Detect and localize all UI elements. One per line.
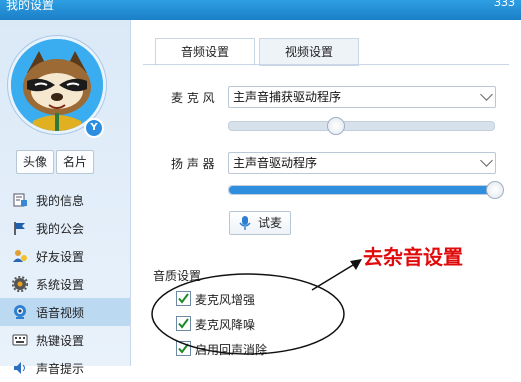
mic-noise-reduction-label: 麦克风降噪 <box>195 318 256 332</box>
microphone-select[interactable]: 主声音捕获驱动程序 <box>228 86 496 108</box>
microphone-label: 麦 克 风 <box>171 91 215 105</box>
gear-icon <box>12 276 28 292</box>
sidebar-item-friend-settings[interactable]: 好友设置 <box>0 242 130 270</box>
tab-video-settings[interactable]: 视频设置 <box>259 38 359 66</box>
sidebar-item-label: 系统设置 <box>36 277 85 292</box>
avatar-badge: Y <box>84 118 104 138</box>
echo-cancel-label: 启用回声消除 <box>195 343 268 357</box>
sidebar-nav: 我的信息 我的公会 好友设置 系统设置 语音视频 热键设置 声音提示 <box>0 186 130 382</box>
test-mic-button[interactable]: 试麦 <box>229 211 292 235</box>
speaker-select[interactable]: 主声音驱动程序 <box>228 152 496 174</box>
raccoon-avatar-image <box>11 39 103 131</box>
sidebar-item-label: 好友设置 <box>36 249 85 264</box>
window-title: 我的设置 <box>6 0 55 12</box>
sidebar-item-system-settings[interactable]: 系统设置 <box>0 270 130 298</box>
audio-settings-panel: 麦 克 风 主声音捕获驱动程序 扬 声 器 主声音驱动程序 试麦 音质设置 麦克… <box>143 64 509 365</box>
annotation-text: 去杂音设置 <box>363 245 463 269</box>
speaker-volume-slider[interactable] <box>228 181 504 199</box>
keyboard-icon <box>12 334 28 346</box>
mic-noise-reduction-checkbox[interactable] <box>176 316 191 331</box>
speaker-volume-thumb[interactable] <box>486 181 504 199</box>
microphone-selected-value: 主声音捕获驱动程序 <box>233 90 342 104</box>
chevron-down-icon <box>480 154 493 167</box>
checkmark-icon <box>178 343 189 354</box>
sidebar-item-my-guild[interactable]: 我的公会 <box>0 214 130 242</box>
sidebar-item-my-info[interactable]: 我的信息 <box>0 186 130 214</box>
microphone-volume-fill <box>229 122 335 130</box>
echo-cancel-checkbox[interactable] <box>176 341 191 356</box>
sidebar-item-voice-video[interactable]: 语音视频 <box>0 298 130 326</box>
microphone-icon <box>239 216 251 230</box>
sidebar-item-label: 我的公会 <box>36 221 85 236</box>
sidebar: Y 头像 名片 我的信息 我的公会 好友设置 系统设置 语音视频 热键设置 声音… <box>0 20 131 376</box>
mic-enhance-checkbox[interactable] <box>176 291 191 306</box>
sidebar-item-label: 我的信息 <box>36 193 85 208</box>
avatar-button[interactable]: 头像 <box>16 150 54 174</box>
flag-icon <box>14 222 25 235</box>
speaker-icon <box>14 362 25 374</box>
checkmark-icon <box>178 293 189 304</box>
sidebar-item-sound-prompt[interactable]: 声音提示 <box>0 354 130 382</box>
quality-settings-title: 音质设置 <box>153 269 202 283</box>
friends-icon <box>13 250 27 262</box>
sidebar-item-label: 语音视频 <box>36 305 85 320</box>
sidebar-item-label: 热键设置 <box>36 333 85 348</box>
sidebar-item-label: 声音提示 <box>36 361 85 376</box>
main-panel: 音频设置 视频设置 麦 克 风 主声音捕获驱动程序 扬 声 器 主声音驱动程序 <box>131 20 521 366</box>
speaker-volume-fill <box>229 186 494 194</box>
title-bar: 我的设置 ЗЗЗ <box>0 0 521 20</box>
camera-icon <box>14 305 26 319</box>
checkmark-icon <box>178 318 189 329</box>
sidebar-item-hotkey-settings[interactable]: 热键设置 <box>0 326 130 354</box>
mic-enhance-label: 麦克风增强 <box>195 293 256 307</box>
info-icon <box>13 193 27 207</box>
microphone-volume-slider[interactable] <box>228 117 495 135</box>
test-mic-label: 试麦 <box>258 216 283 230</box>
tab-audio-settings[interactable]: 音频设置 <box>155 38 255 66</box>
card-button[interactable]: 名片 <box>56 150 94 174</box>
chevron-down-icon <box>480 88 493 101</box>
microphone-volume-thumb[interactable] <box>327 117 345 135</box>
title-bar-corner-text: ЗЗЗ <box>493 0 515 9</box>
speaker-label: 扬 声 器 <box>171 157 215 171</box>
speaker-selected-value: 主声音驱动程序 <box>233 156 318 170</box>
